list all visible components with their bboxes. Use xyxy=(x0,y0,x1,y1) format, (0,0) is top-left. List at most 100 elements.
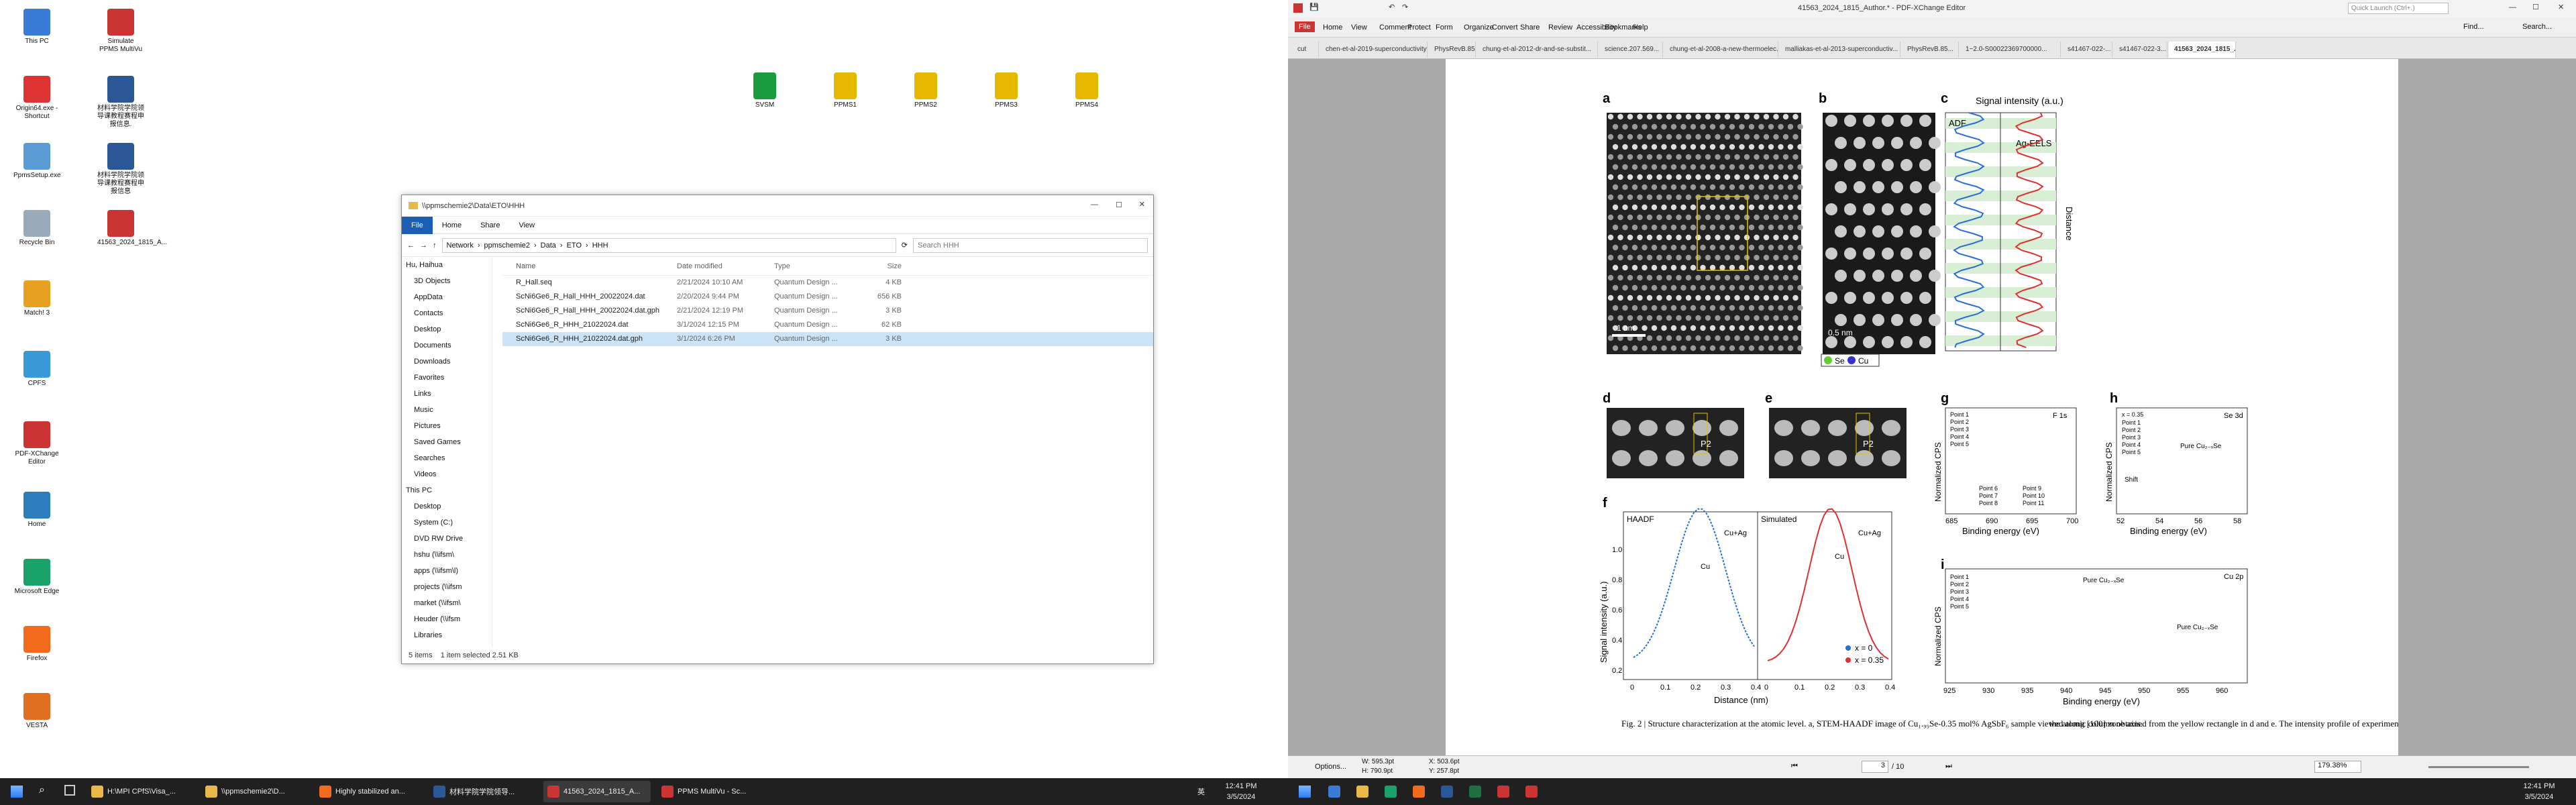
nav-item[interactable]: market (\\ifsm\ xyxy=(402,595,492,611)
first-page-button[interactable]: ⏮ xyxy=(1791,762,1798,771)
nav-item[interactable]: System (C:) xyxy=(402,515,492,531)
search-input[interactable]: Search HHH xyxy=(913,237,1148,253)
ribbon-file-tab[interactable]: File xyxy=(402,216,433,234)
desktop-icon[interactable]: Simulate PPMS MultiVu xyxy=(97,9,144,54)
nav-item[interactable]: Favorites xyxy=(402,370,492,386)
ribbon-view-tab[interactable]: View xyxy=(509,221,544,229)
document-tab[interactable]: s41467-022-3... xyxy=(2114,42,2167,58)
nav-item[interactable]: DVD RW Drive xyxy=(402,531,492,547)
desktop-shortcut[interactable]: PPMS2 xyxy=(902,72,949,109)
column-size[interactable]: Size xyxy=(855,257,902,275)
redo-icon[interactable]: ↷ xyxy=(1402,3,1408,11)
address-bar[interactable]: Network › ppmschemie2 › Data › ETO › HHH xyxy=(441,237,896,253)
column-date[interactable]: Date modified xyxy=(677,257,774,275)
taskbar-app-icon[interactable] xyxy=(1328,786,1340,798)
taskbar-app[interactable]: \\ppmschemie2\D... xyxy=(201,781,309,802)
nav-item[interactable]: Pictures xyxy=(402,418,492,434)
desktop-icon[interactable]: PDF-XChange Editor xyxy=(13,421,60,466)
nav-item[interactable]: Libraries xyxy=(402,627,492,643)
clock[interactable]: 12:41 PM 3/5/2024 xyxy=(1214,778,1268,805)
desktop-icon[interactable]: Microsoft Edge xyxy=(13,559,60,596)
taskbar-app-icon[interactable] xyxy=(1497,786,1509,798)
menu-item[interactable]: Share xyxy=(1520,23,1540,32)
path-segment[interactable]: HHH xyxy=(592,241,608,250)
nav-item[interactable]: Hu, Haihua xyxy=(402,257,492,273)
search-icon[interactable]: ⌕ xyxy=(39,784,45,796)
document-tab[interactable]: chung-et-al-2012-dr-and-se-substit... xyxy=(1477,42,1598,58)
options-button[interactable]: Options... xyxy=(1315,763,1346,771)
file-row[interactable]: ScNi6Ge6_R_Hall_HHH_20022024.dat.gph 2/21… xyxy=(502,304,1153,318)
column-type[interactable]: Type xyxy=(774,257,855,275)
task-view-icon[interactable] xyxy=(64,785,75,796)
back-arrow-icon[interactable]: ← xyxy=(407,241,415,250)
ribbon-share-tab[interactable]: Share xyxy=(471,221,509,229)
document-tab[interactable]: chen-et-al-2019-superconductivity-a... xyxy=(1320,42,1428,58)
document-tab[interactable]: science.207.569... xyxy=(1599,42,1663,58)
desktop-icon[interactable]: Home xyxy=(13,492,60,529)
menu-item[interactable]: Comment xyxy=(1379,23,1411,32)
file-row[interactable]: ScNi6Ge6_R_HHH_21022024.dat 3/1/2024 12:1… xyxy=(502,318,1153,332)
undo-icon[interactable]: ↶ xyxy=(1389,3,1395,11)
file-row[interactable]: ScNi6Ge6_R_Hall_HHH_20022024.dat 2/20/202… xyxy=(502,290,1153,304)
language-indicator[interactable]: 英 xyxy=(1197,786,1205,797)
taskbar-app-icon[interactable] xyxy=(1469,786,1481,798)
menu-item[interactable]: Review xyxy=(1548,23,1572,32)
maximize-button[interactable]: ☐ xyxy=(1116,201,1122,209)
document-tab[interactable]: PhysRevB.85... xyxy=(1429,42,1476,58)
refresh-icon[interactable]: ⟳ xyxy=(902,241,908,250)
windows-start-icon[interactable] xyxy=(1299,786,1311,798)
file-row[interactable]: R_Hall.seq 2/21/2024 10:10 AM Quantum Desi… xyxy=(502,276,1153,290)
up-arrow-icon[interactable]: ↑ xyxy=(433,241,437,250)
path-segment[interactable]: ETO xyxy=(567,241,582,250)
desktop-icon[interactable]: VESTA xyxy=(13,693,60,730)
forward-arrow-icon[interactable]: → xyxy=(420,241,427,250)
desktop-icon[interactable]: 41563_2024_1815_A... xyxy=(97,210,167,247)
menu-item[interactable]: Convert xyxy=(1492,23,1518,32)
find-button[interactable]: Find... xyxy=(2463,23,2484,31)
nav-item[interactable]: Desktop xyxy=(402,498,492,515)
windows-start-icon[interactable] xyxy=(11,786,23,798)
path-segment[interactable]: Network xyxy=(447,241,474,250)
desktop-icon[interactable]: This PC xyxy=(13,9,60,46)
desktop-icon[interactable]: 材料学院学院领导课教程赛程申报信息 xyxy=(97,143,144,196)
nav-item[interactable]: Videos xyxy=(402,466,492,482)
file-row[interactable]: ScNi6Ge6_R_HHH_21022024.dat.gph 3/1/2024 … xyxy=(502,332,1153,346)
nav-item[interactable]: Desktop xyxy=(402,321,492,337)
search-button[interactable]: Search... xyxy=(2522,23,2552,31)
desktop-shortcut[interactable]: PPMS3 xyxy=(983,72,1030,109)
taskbar-app-icon[interactable] xyxy=(1441,786,1453,798)
taskbar-app-icon[interactable] xyxy=(1385,786,1397,798)
desktop-shortcut[interactable]: PPMS4 xyxy=(1063,72,1110,109)
nav-item[interactable]: AppData xyxy=(402,289,492,305)
desktop-shortcut[interactable]: PPMS1 xyxy=(822,72,869,109)
document-tab[interactable]: malliakas-et-al-2013-superconductiv... xyxy=(1780,42,1900,58)
path-segment[interactable]: Data xyxy=(541,241,556,250)
path-segment[interactable]: ppmschemie2 xyxy=(484,241,530,250)
nav-item[interactable]: Documents xyxy=(402,337,492,354)
taskbar-app[interactable]: H:\MPI CPfS\Visa_... xyxy=(87,781,195,802)
menu-item[interactable]: Organize xyxy=(1464,23,1494,32)
close-button[interactable]: ✕ xyxy=(2558,3,2564,11)
nav-item[interactable]: Downloads xyxy=(402,354,492,370)
taskbar-app[interactable]: PPMS MultiVu - Sc... xyxy=(657,781,765,802)
document-tab[interactable]: cut xyxy=(1292,42,1319,58)
desktop-shortcut[interactable]: SVSM xyxy=(741,72,788,109)
desktop-icon[interactable]: PpmsSetup.exe xyxy=(13,143,61,180)
taskbar-app[interactable]: 41563_2024_1815_A... xyxy=(543,781,651,802)
desktop-icon[interactable]: 材料学院学院领导课教程赛程申报信息. xyxy=(97,76,144,129)
column-name[interactable]: Name xyxy=(502,257,677,275)
minimize-button[interactable]: — xyxy=(2509,3,2516,11)
desktop-icon[interactable]: Firefox xyxy=(13,626,60,663)
taskbar-app-icon[interactable] xyxy=(1356,786,1368,798)
zoom-slider[interactable] xyxy=(2428,766,2529,768)
document-tab[interactable]: PhysRevB.85... xyxy=(1902,42,1959,58)
document-tab[interactable]: 1~2.0-S00022369700000... xyxy=(1960,42,2061,58)
close-button[interactable]: ✕ xyxy=(1139,200,1145,209)
document-tab[interactable]: s41467-022-... xyxy=(2062,42,2112,58)
desktop-icon[interactable]: Recycle Bin xyxy=(13,210,60,247)
desktop-icon[interactable]: CPFS xyxy=(13,351,60,388)
quick-launch-input[interactable]: Quick Launch (Ctrl+.) xyxy=(2348,3,2449,14)
nav-item[interactable]: apps (\\ifsm\l) xyxy=(402,563,492,579)
save-icon[interactable]: 💾 xyxy=(1309,3,1319,11)
taskbar-app-icon[interactable] xyxy=(1525,786,1538,798)
